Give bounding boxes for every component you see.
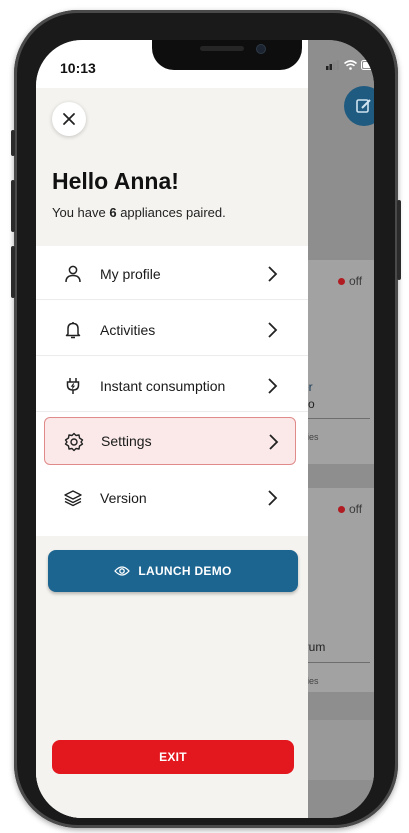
menu-item-label: My profile — [100, 265, 161, 282]
chevron-right-icon — [268, 490, 278, 506]
phone-screen: off ver Pro vities off er Drum vities 10… — [36, 40, 374, 818]
menu-item-version[interactable]: Version — [36, 472, 308, 524]
gear-icon — [63, 431, 85, 453]
bell-icon — [62, 319, 84, 341]
summary-prefix: You have — [52, 205, 110, 220]
appliance-count: 6 — [109, 205, 117, 220]
system-icons — [326, 60, 374, 70]
exit-button[interactable]: EXIT — [52, 740, 294, 774]
edit-icon — [356, 99, 371, 113]
side-drawer: Hello Anna! You have 6 appliances paired… — [36, 40, 308, 818]
menu-item-instant-consumption[interactable]: Instant consumption — [36, 360, 308, 412]
launch-demo-button[interactable]: LAUNCH DEMO — [48, 550, 298, 592]
menu-item-my-profile[interactable]: My profile — [36, 248, 308, 300]
signal-icon — [326, 60, 339, 70]
user-icon — [62, 263, 84, 285]
menu-item-label: Settings — [101, 433, 152, 449]
drawer-menu: My profile Activities Instant consumptio… — [36, 246, 308, 536]
drawer-footer: LAUNCH DEMO EXIT — [36, 536, 308, 818]
plug-icon — [62, 375, 84, 397]
status-dot — [338, 278, 345, 286]
summary-suffix: appliances paired. — [116, 205, 226, 220]
edit-fab-button[interactable] — [344, 86, 374, 126]
power-button — [397, 200, 401, 280]
status-badge: off — [338, 502, 362, 516]
layers-icon — [62, 487, 84, 509]
wifi-icon — [344, 60, 357, 70]
notch — [152, 40, 302, 70]
close-icon — [63, 113, 75, 125]
menu-item-settings[interactable]: Settings — [44, 417, 296, 465]
chevron-right-icon — [268, 322, 278, 338]
chevron-right-icon — [268, 266, 278, 282]
chevron-right-icon — [268, 378, 278, 394]
exit-label: EXIT — [159, 750, 187, 764]
launch-demo-label: LAUNCH DEMO — [138, 564, 232, 578]
clock: 10:13 — [60, 60, 96, 76]
status-badge: off — [338, 274, 362, 288]
close-button[interactable] — [52, 102, 86, 136]
menu-item-label: Instant consumption — [100, 377, 226, 394]
front-camera — [256, 44, 266, 54]
menu-item-label: Version — [100, 490, 147, 506]
menu-item-label: Activities — [100, 321, 156, 338]
battery-icon — [361, 60, 374, 70]
drawer-header: Hello Anna! You have 6 appliances paired… — [36, 88, 308, 246]
menu-item-activities[interactable]: Activities — [36, 304, 308, 356]
speaker — [200, 46, 244, 51]
mute-switch — [11, 130, 15, 156]
greeting-title: Hello Anna! — [52, 168, 179, 194]
volume-up-button — [11, 180, 15, 232]
status-dot — [338, 506, 345, 514]
eye-icon — [114, 566, 131, 576]
volume-down-button — [11, 246, 15, 298]
paired-summary: You have 6 appliances paired. — [52, 205, 226, 220]
chevron-right-icon — [269, 434, 279, 450]
